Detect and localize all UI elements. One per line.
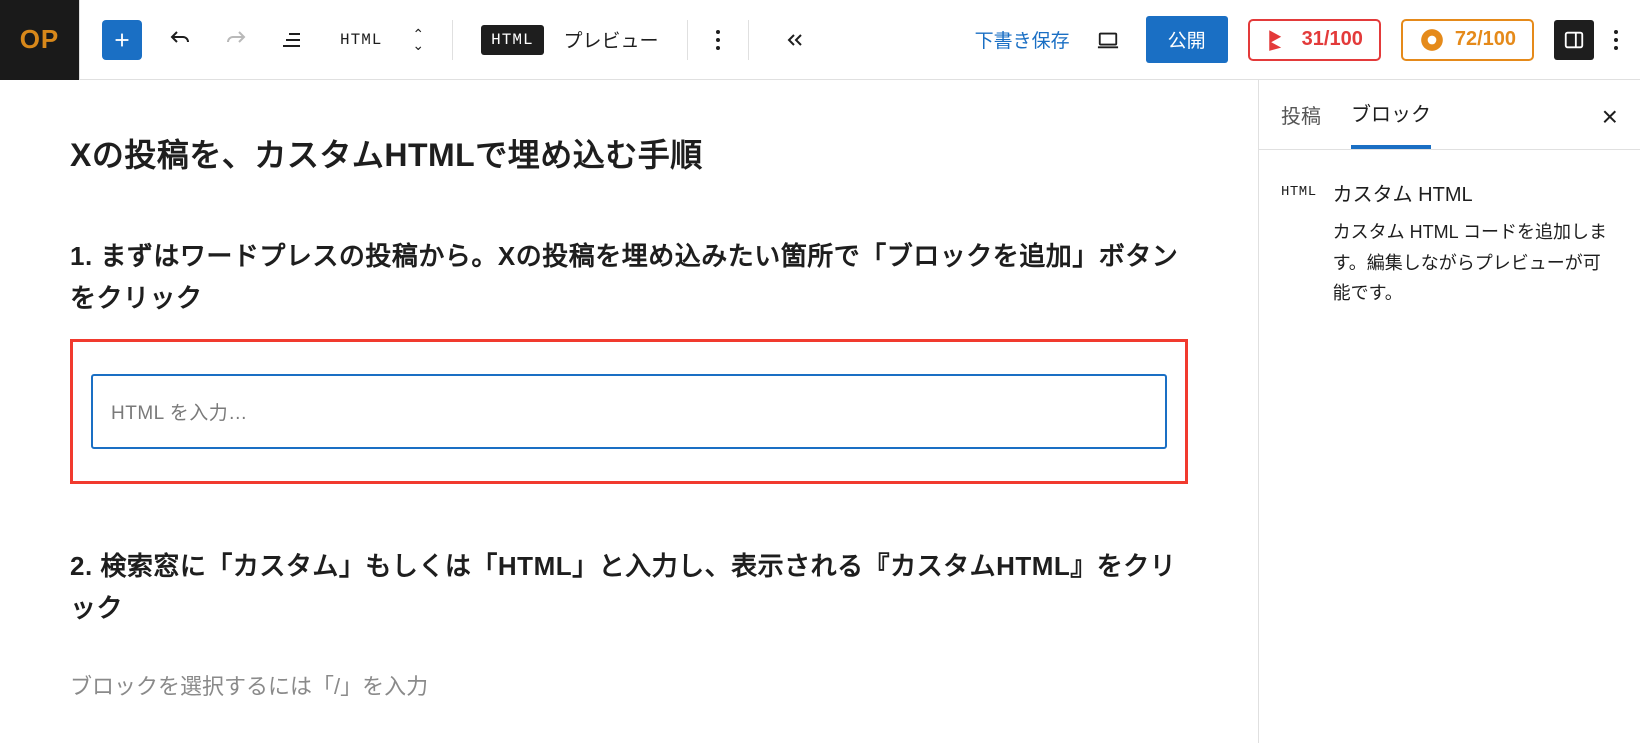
- separator: [748, 20, 749, 60]
- heading-step-1[interactable]: 1. まずはワードプレスの投稿から。Xの投稿を埋め込みたい箇所で「ブロックを追加…: [70, 236, 1188, 319]
- block-info-title: カスタム HTML: [1333, 178, 1618, 207]
- highlight-frame: HTML を入力…: [70, 339, 1188, 484]
- more-options-menu[interactable]: [1614, 30, 1618, 50]
- tab-block[interactable]: ブロック: [1351, 98, 1431, 149]
- editor-canvas[interactable]: Xの投稿を、カスタムHTMLで埋め込む手順 1. まずはワードプレスの投稿から。…: [0, 80, 1258, 743]
- block-type-indicator: HTML: [330, 31, 382, 49]
- html-mode-pill[interactable]: HTML: [481, 25, 543, 55]
- logo-text: OP: [20, 24, 60, 55]
- block-info-panel: HTML カスタム HTML カスタム HTML コードを追加します。編集しなが…: [1259, 150, 1640, 337]
- custom-html-block[interactable]: HTML を入力…: [91, 374, 1167, 449]
- preview-device-button[interactable]: [1090, 22, 1126, 58]
- html-input-placeholder: HTML を入力…: [111, 403, 248, 424]
- score-value: 72/100: [1455, 28, 1516, 51]
- readability-score-badge[interactable]: 31/100: [1248, 19, 1381, 61]
- block-info-description: カスタム HTML コードを追加します。編集しながらプレビューが可能です。: [1333, 217, 1618, 309]
- separator: [687, 20, 688, 60]
- toggle-sidebar-button[interactable]: [1554, 20, 1594, 60]
- block-placeholder-hint[interactable]: ブロックを選択するには「/」を入力: [70, 669, 1188, 701]
- site-logo[interactable]: OP: [0, 0, 80, 80]
- score-value: 31/100: [1302, 28, 1363, 51]
- block-type-label: HTML: [340, 31, 382, 49]
- readability-icon: [1266, 27, 1292, 53]
- seo-icon: [1419, 27, 1445, 53]
- document-overview-button[interactable]: [274, 22, 310, 58]
- collapse-toolbar-button[interactable]: [777, 22, 813, 58]
- block-info-icon: HTML: [1281, 178, 1317, 309]
- save-draft-button[interactable]: 下書き保存: [975, 26, 1070, 53]
- settings-sidebar: 投稿 ブロック × HTML カスタム HTML カスタム HTML コードを追…: [1258, 80, 1640, 743]
- seo-score-badge[interactable]: 72/100: [1401, 19, 1534, 61]
- add-block-button[interactable]: [102, 20, 142, 60]
- preview-button[interactable]: プレビュー: [564, 26, 659, 53]
- block-options-menu[interactable]: [716, 30, 720, 50]
- redo-button[interactable]: [218, 22, 254, 58]
- tab-post[interactable]: 投稿: [1281, 100, 1321, 147]
- heading-step-2[interactable]: 2. 検索窓に「カスタム」もしくは「HTML」と入力し、表示される『カスタムHT…: [70, 546, 1188, 629]
- separator: [452, 20, 453, 60]
- move-block-buttons[interactable]: ⌃⌄: [402, 29, 424, 51]
- undo-button[interactable]: [162, 22, 198, 58]
- post-title[interactable]: Xの投稿を、カスタムHTMLで埋め込む手順: [70, 130, 1188, 176]
- publish-button[interactable]: 公開: [1146, 16, 1228, 63]
- close-sidebar-button[interactable]: ×: [1602, 101, 1618, 147]
